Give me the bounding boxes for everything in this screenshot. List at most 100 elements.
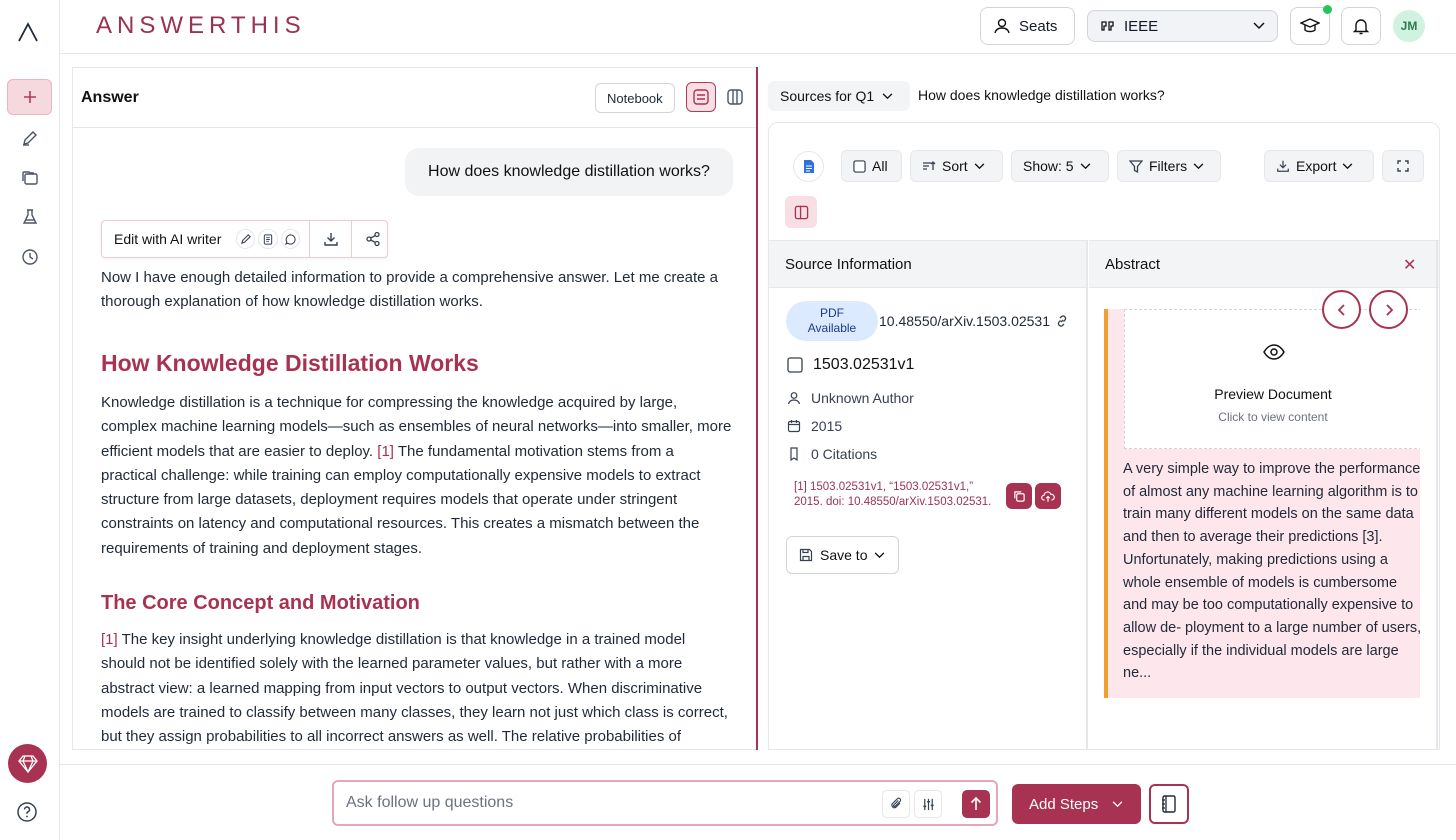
write-button[interactable] xyxy=(7,120,52,156)
split-panel-button[interactable] xyxy=(785,196,817,228)
filters-button[interactable]: Filters xyxy=(1117,150,1221,182)
sort-icon xyxy=(923,161,936,170)
answer-heading-1: How Knowledge Distillation Works xyxy=(101,350,479,376)
calendar-icon xyxy=(787,420,801,433)
document-icon[interactable] xyxy=(793,151,824,182)
research-button[interactable] xyxy=(7,199,52,235)
checkbox-icon xyxy=(787,357,803,373)
chevron-down-icon xyxy=(882,92,893,99)
chevron-right-icon xyxy=(1385,303,1393,316)
sliders-icon xyxy=(922,798,934,810)
history-button[interactable] xyxy=(7,239,52,275)
upgrade-button[interactable] xyxy=(8,744,47,783)
download-icon[interactable] xyxy=(316,224,345,254)
columns-layout-icon xyxy=(727,89,743,105)
save-to-button[interactable]: Save to xyxy=(786,536,899,574)
export-button[interactable]: Export xyxy=(1264,150,1374,182)
send-button[interactable] xyxy=(962,790,990,818)
toolbar-divider xyxy=(351,220,352,258)
ask-input[interactable]: Ask follow up questions xyxy=(332,780,998,826)
panel-resize-handle[interactable] xyxy=(756,67,758,750)
link-icon[interactable] xyxy=(1054,313,1070,329)
quote-icon xyxy=(790,447,798,461)
citation-link[interactable]: [1] xyxy=(101,631,118,648)
cloud-upload-icon xyxy=(1041,490,1055,502)
library-button[interactable] xyxy=(7,160,52,196)
folders-icon xyxy=(21,171,38,185)
status-dot xyxy=(1323,5,1332,14)
copy-icon xyxy=(1013,490,1025,502)
plus-icon xyxy=(23,91,36,103)
abstract-card: Preview Document Click to view content A… xyxy=(1104,309,1420,698)
show-count-select[interactable]: Show: 5 xyxy=(1011,150,1109,182)
new-question-button[interactable] xyxy=(7,79,52,115)
sort-label: Sort xyxy=(942,158,968,174)
formatted-citation: [1] 1503.02531v1, “1503.02531v1,” 2015. … xyxy=(794,481,992,508)
seats-label: Seats xyxy=(1019,17,1058,35)
chevron-down-icon xyxy=(1193,162,1204,169)
settings-button[interactable] xyxy=(914,790,942,818)
badge-line: PDF xyxy=(820,306,844,320)
bottom-divider xyxy=(60,764,1456,765)
sources-select[interactable]: Sources for Q1 xyxy=(768,81,910,111)
panel-icon xyxy=(794,205,808,219)
expand-icon xyxy=(1397,160,1409,172)
close-abstract-icon[interactable]: ✕ xyxy=(1403,255,1416,275)
paperclip-icon xyxy=(890,797,901,809)
chevron-left-icon xyxy=(1337,303,1345,316)
chevron-down-icon xyxy=(974,162,985,169)
top-bar: ANSWERTHIS Seats IEEE JM xyxy=(60,0,1456,54)
answer-paragraph-1: Knowledge distillation is a technique fo… xyxy=(101,391,733,561)
app-mark-icon[interactable] xyxy=(17,22,39,42)
help-button[interactable] xyxy=(15,800,39,824)
source-info-header: Source Information xyxy=(769,240,1087,288)
citation-style-select[interactable]: IEEE xyxy=(1087,10,1278,42)
preview-document[interactable]: Preview Document Click to view content xyxy=(1124,309,1420,449)
sources-select-label: Sources for Q1 xyxy=(780,88,875,104)
source-select-row[interactable]: 1503.02531v1 xyxy=(787,356,914,374)
notifications-button[interactable] xyxy=(1341,7,1381,45)
notebook-panel-button[interactable] xyxy=(1149,784,1189,824)
avatar[interactable]: JM xyxy=(1393,10,1425,42)
notebook-button[interactable]: Notebook xyxy=(595,83,675,113)
checkbox-icon xyxy=(853,159,866,173)
sources-panel: All Sort Show: 5 Filters Export Source I… xyxy=(768,122,1440,750)
upload-citation-button[interactable] xyxy=(1035,483,1061,509)
answer-paragraph-2: [1] The key insight underlying knowledge… xyxy=(101,628,733,749)
split-view-button[interactable] xyxy=(720,82,750,112)
answer-header: Answer Notebook xyxy=(73,68,756,128)
previous-button[interactable] xyxy=(1322,290,1361,329)
seats-button[interactable]: Seats xyxy=(980,7,1075,45)
citation-link[interactable]: [1] xyxy=(377,443,394,460)
author-row: Unknown Author xyxy=(787,390,914,406)
document-icon[interactable] xyxy=(258,229,278,249)
user-icon xyxy=(994,18,1010,34)
pdf-available-badge[interactable]: PDF Available xyxy=(786,301,878,341)
chevron-down-icon xyxy=(1253,22,1265,30)
doi-text: 10.48550/arXiv.1503.02531 xyxy=(879,313,1050,329)
doi-link[interactable]: 10.48550/arXiv.1503.02531 xyxy=(879,313,1050,329)
attach-button[interactable] xyxy=(882,790,910,818)
save-to-label: Save to xyxy=(820,547,868,563)
citations-row: 0 Citations xyxy=(787,446,877,462)
download-icon xyxy=(1277,160,1289,172)
next-button[interactable] xyxy=(1369,290,1408,329)
sort-button[interactable]: Sort xyxy=(910,150,1003,182)
education-button[interactable] xyxy=(1290,5,1332,45)
share-icon[interactable] xyxy=(358,224,387,254)
ai-writer-label[interactable]: Edit with AI writer xyxy=(102,231,236,247)
preview-subtitle: Click to view content xyxy=(1218,410,1328,424)
citation-style-value: IEEE xyxy=(1124,17,1159,35)
filters-label: Filters xyxy=(1149,158,1188,174)
answer-panel: Answer Notebook How does knowledge disti… xyxy=(72,67,756,750)
single-view-button[interactable] xyxy=(686,82,716,112)
comment-icon[interactable] xyxy=(280,229,301,249)
app-logo[interactable]: ANSWERTHIS xyxy=(96,12,306,40)
copy-citation-button[interactable] xyxy=(1006,483,1032,509)
edit-icon[interactable] xyxy=(235,229,256,249)
question-bubble: How does knowledge distillation works? xyxy=(405,148,733,196)
add-steps-button[interactable]: Add Steps xyxy=(1012,784,1141,824)
sources-question: How does knowledge distillation works? xyxy=(918,87,1165,103)
fullscreen-button[interactable] xyxy=(1382,150,1424,182)
select-all-button[interactable]: All xyxy=(841,150,902,182)
